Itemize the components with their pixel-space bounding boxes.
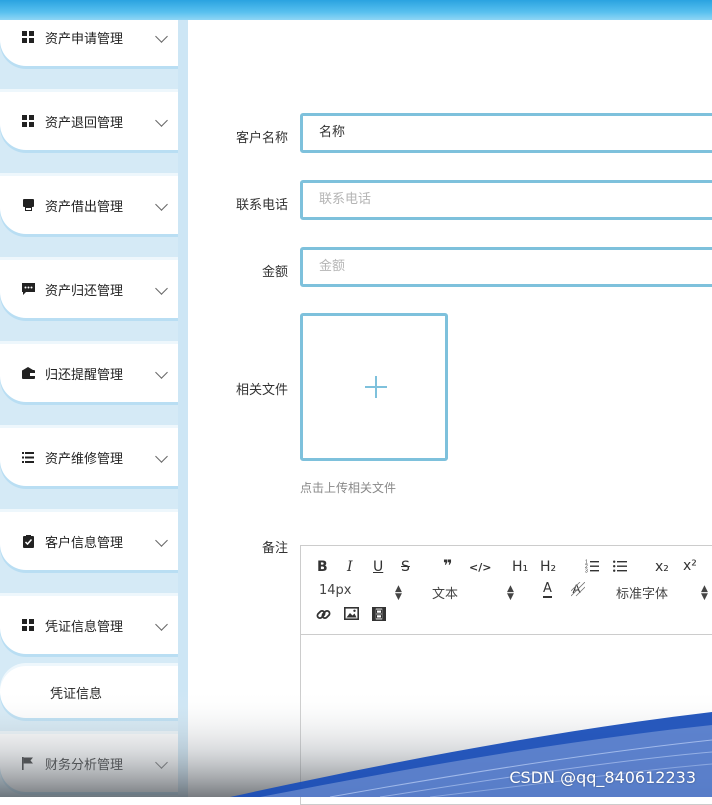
sidebar-item-label: 资产申请管理 bbox=[45, 32, 124, 47]
editor-toolbar: B I U S ❞ </> H₁ H₂ 123 x₂ x² 14px ▲ ▼ 文本… bbox=[301, 546, 712, 635]
superscript-button[interactable]: x² bbox=[683, 558, 697, 574]
sidebar-item-asset-repair[interactable]: 资产维修管理 bbox=[0, 428, 178, 486]
sidebar-item-label: 凭证信息管理 bbox=[45, 620, 124, 635]
sidebar-item-asset-lend[interactable]: 资产借出管理 bbox=[0, 176, 178, 234]
sidebar-item-asset-giveback[interactable]: 资产归还管理 bbox=[0, 260, 178, 318]
sidebar-subitem-label: 凭证信息 bbox=[50, 687, 103, 702]
sidebar-item-label: 资产归还管理 bbox=[45, 284, 124, 299]
sidebar-item-customer-info[interactable]: 客户信息管理 bbox=[0, 512, 178, 570]
wallet-icon bbox=[20, 365, 36, 381]
amount-label: 金额 bbox=[261, 265, 288, 280]
sidebar: 资产申请管理 资产退回管理 资产借出管理 资产归还管理 归还提醒管理 资产维修管… bbox=[0, 20, 188, 797]
image-icon[interactable] bbox=[344, 607, 359, 624]
sidebar-item-voucher-info[interactable]: 凭证信息管理 bbox=[0, 596, 178, 654]
rich-text-editor: B I U S ❞ </> H₁ H₂ 123 x₂ x² 14px ▲ ▼ 文本… bbox=[300, 545, 712, 805]
heading2-button[interactable]: H₂ bbox=[540, 559, 556, 575]
flag-icon bbox=[20, 755, 36, 771]
sidebar-item-return-reminder[interactable]: 归还提醒管理 bbox=[0, 344, 178, 402]
grid-icon bbox=[20, 113, 36, 129]
sidebar-item-label: 资产退回管理 bbox=[45, 116, 124, 131]
sidebar-item-label: 资产借出管理 bbox=[45, 200, 124, 215]
clipboard-check-icon bbox=[20, 533, 36, 549]
phone-label: 联系电话 bbox=[235, 198, 288, 213]
sidebar-item-label: 客户信息管理 bbox=[45, 536, 124, 551]
chevron-down-icon bbox=[155, 30, 168, 43]
sidebar-item-label: 归还提醒管理 bbox=[45, 368, 124, 383]
chevron-down-icon bbox=[155, 114, 168, 127]
bullet-list-icon[interactable] bbox=[613, 559, 627, 577]
chevron-down-icon bbox=[155, 534, 168, 547]
amount-input[interactable]: 金额 bbox=[300, 247, 712, 287]
grid-icon bbox=[20, 617, 36, 633]
code-button[interactable]: </> bbox=[469, 560, 491, 576]
plus-icon-vertical bbox=[375, 376, 377, 398]
strikethrough-button[interactable]: S bbox=[401, 559, 410, 575]
upload-hint: 点击上传相关文件 bbox=[300, 481, 397, 495]
paragraph-select[interactable]: 文本 bbox=[432, 583, 458, 602]
chevron-down-icon bbox=[155, 366, 168, 379]
video-icon[interactable] bbox=[372, 607, 386, 625]
file-upload-box[interactable] bbox=[300, 313, 448, 461]
chevron-down-icon bbox=[155, 756, 168, 769]
bold-button[interactable]: B bbox=[317, 559, 328, 575]
list-icon bbox=[20, 449, 36, 465]
sidebar-item-asset-apply[interactable]: 资产申请管理 bbox=[0, 20, 178, 66]
related-file-label: 相关文件 bbox=[235, 383, 288, 398]
quote-button[interactable]: ❞ bbox=[443, 558, 452, 574]
font-color-button[interactable]: A bbox=[543, 582, 552, 598]
font-family-select[interactable]: 标准字体 bbox=[616, 583, 668, 602]
font-size-select[interactable]: 14px bbox=[319, 583, 352, 598]
sidebar-subitem-voucher[interactable]: 凭证信息 bbox=[0, 666, 178, 718]
heading1-button[interactable]: H₁ bbox=[512, 559, 528, 575]
chevron-down-icon bbox=[155, 282, 168, 295]
chevron-down-icon bbox=[155, 450, 168, 463]
note-label: 备注 bbox=[261, 541, 288, 556]
svg-text:A: A bbox=[573, 582, 581, 596]
select-arrows-icon: ▲ ▼ bbox=[701, 584, 708, 602]
chevron-down-icon bbox=[155, 618, 168, 631]
grid-icon bbox=[20, 29, 36, 45]
printer-icon bbox=[20, 197, 36, 213]
chevron-down-icon bbox=[155, 198, 168, 211]
subscript-button[interactable]: x₂ bbox=[655, 559, 669, 575]
top-header-bar bbox=[0, 0, 712, 20]
sidebar-item-asset-return[interactable]: 资产退回管理 bbox=[0, 92, 178, 150]
customer-name-label: 客户名称 bbox=[235, 131, 288, 146]
sidebar-item-finance-analysis[interactable]: 财务分析管理 bbox=[0, 734, 178, 792]
sidebar-divider bbox=[178, 20, 188, 797]
customer-name-input[interactable]: 名称 bbox=[300, 113, 712, 153]
italic-button[interactable]: I bbox=[347, 559, 353, 575]
sidebar-item-label: 财务分析管理 bbox=[45, 758, 124, 773]
underline-button[interactable]: U bbox=[373, 559, 383, 575]
sidebar-item-label: 资产维修管理 bbox=[45, 452, 124, 467]
phone-input[interactable]: 联系电话 bbox=[300, 180, 712, 220]
watermark: CSDN @qq_840612233 bbox=[509, 768, 696, 787]
ordered-list-icon[interactable]: 123 bbox=[585, 559, 599, 577]
background-color-icon[interactable]: A bbox=[570, 581, 586, 601]
chat-icon bbox=[20, 281, 36, 297]
select-arrows-icon: ▲ ▼ bbox=[395, 584, 402, 602]
svg-text:3: 3 bbox=[585, 569, 588, 574]
link-icon[interactable] bbox=[316, 607, 331, 626]
select-arrows-icon: ▲ ▼ bbox=[507, 584, 514, 602]
